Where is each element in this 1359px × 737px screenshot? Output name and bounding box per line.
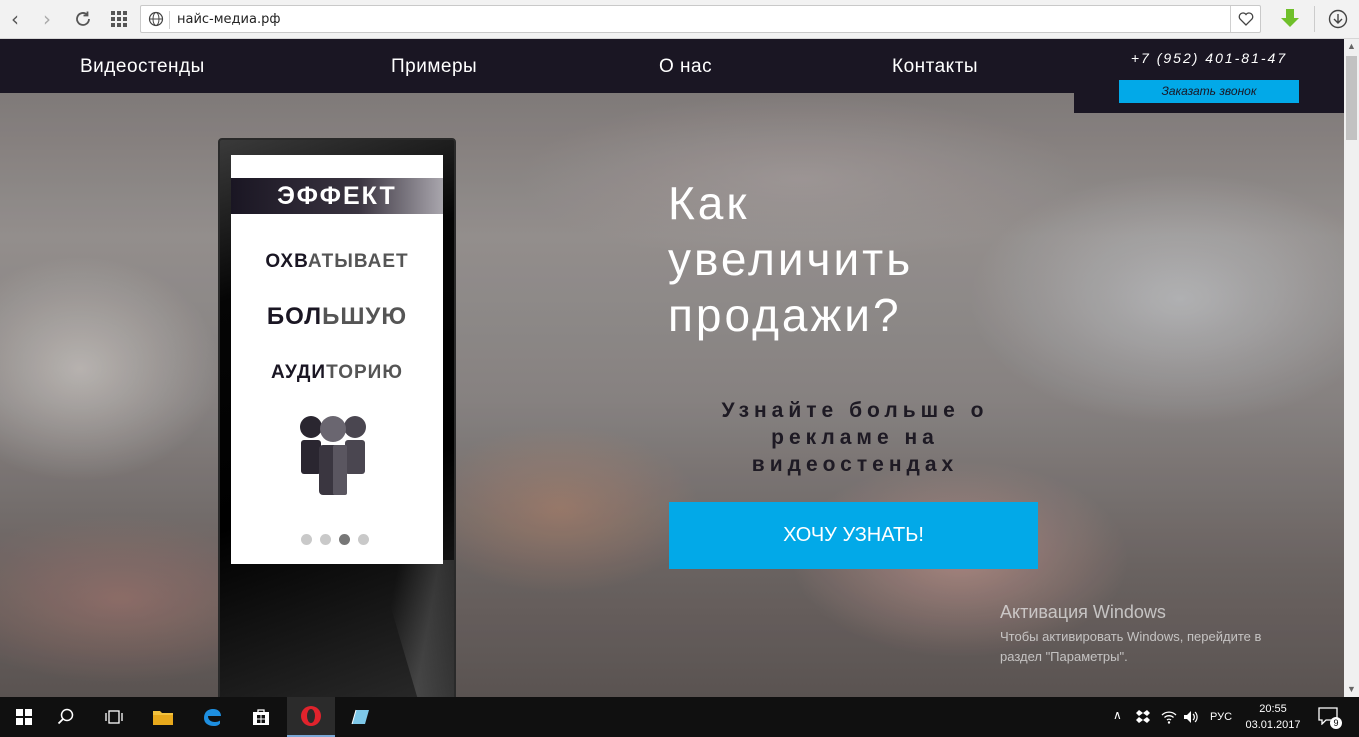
notes-app-icon[interactable] xyxy=(336,697,384,737)
globe-icon xyxy=(148,11,164,27)
hero-title: Как увеличить продажи? xyxy=(668,177,914,341)
address-bar[interactable]: найс-медиа.рф xyxy=(140,5,1261,33)
wifi-icon[interactable] xyxy=(1161,709,1177,725)
nav-item-about[interactable]: О нас xyxy=(659,56,712,78)
slide-dot[interactable] xyxy=(301,534,312,545)
download-arrow-icon[interactable] xyxy=(1277,6,1303,32)
task-view-icon[interactable] xyxy=(90,697,138,737)
contact-box: +7 (952) 401-81-47 Заказать звонок xyxy=(1074,39,1344,113)
volume-icon[interactable] xyxy=(1183,709,1199,725)
kiosk-stand: ЭФФЕКТ ОХВАТЫВАЕТ БОЛЬШУЮ АУДИТОРИЮ xyxy=(218,138,456,697)
reload-icon[interactable] xyxy=(70,6,96,32)
search-icon[interactable] xyxy=(42,697,90,737)
nav-item-examples[interactable]: Примеры xyxy=(391,56,477,78)
slide-dot[interactable] xyxy=(320,534,331,545)
edge-browser-icon[interactable] xyxy=(188,697,236,737)
speed-dial-icon[interactable] xyxy=(106,6,132,32)
kiosk-header: ЭФФЕКТ xyxy=(231,178,443,214)
web-page: Видеостенды Примеры О нас Контакты +7 (9… xyxy=(0,39,1344,697)
tray-expand-icon[interactable]: ∧ xyxy=(1113,708,1122,722)
action-center-icon[interactable]: 9 xyxy=(1318,707,1342,729)
back-icon[interactable]: ‹ xyxy=(2,6,28,32)
slide-dots xyxy=(301,534,381,546)
page-scrollbar[interactable]: ▲ ▼ xyxy=(1344,39,1359,697)
order-callback-button[interactable]: Заказать звонок xyxy=(1119,80,1299,103)
start-windows-icon[interactable] xyxy=(0,697,48,737)
scroll-thumb[interactable] xyxy=(1346,56,1357,140)
slide-dot[interactable] xyxy=(358,534,369,545)
taskbar-clock[interactable]: 20:55 03.01.2017 xyxy=(1238,701,1308,733)
windows-activation-watermark: Активация Windows Чтобы активировать Win… xyxy=(1000,602,1262,664)
forward-icon[interactable]: › xyxy=(34,6,60,32)
scroll-up-icon[interactable]: ▲ xyxy=(1344,39,1359,54)
kiosk-line: БОЛЬШУЮ xyxy=(266,303,408,330)
audience-people-icon xyxy=(300,416,366,495)
language-indicator[interactable]: РУС xyxy=(1210,711,1232,723)
kiosk-screen: ЭФФЕКТ ОХВАТЫВАЕТ БОЛЬШУЮ АУДИТОРИЮ xyxy=(231,155,443,564)
kiosk-line: ОХВАТЫВАЕТ xyxy=(265,251,409,272)
phone-number[interactable]: +7 (952) 401-81-47 xyxy=(1074,50,1344,66)
downloads-icon[interactable] xyxy=(1325,6,1351,32)
scroll-down-icon[interactable]: ▼ xyxy=(1344,682,1359,697)
learn-more-button[interactable]: ХОЧУ УЗНАТЬ! xyxy=(669,502,1038,569)
notification-count: 9 xyxy=(1330,717,1342,729)
browser-toolbar: ‹ › найс-медиа.рф xyxy=(0,0,1359,39)
nav-item-contacts[interactable]: Контакты xyxy=(892,56,978,78)
url-text[interactable]: найс-медиа.рф xyxy=(177,12,280,27)
hero-subtitle: Узнайте больше о рекламе на видеостендах xyxy=(721,399,989,476)
slide-dot-active[interactable] xyxy=(339,534,350,545)
opera-browser-icon[interactable] xyxy=(287,697,335,737)
dropbox-tray-icon[interactable] xyxy=(1136,709,1150,725)
windows-taskbar: ∧ РУС 20:55 03.01.2017 9 xyxy=(0,697,1359,737)
nav-item-videostands[interactable]: Видеостенды xyxy=(80,56,205,78)
file-explorer-icon[interactable] xyxy=(139,697,187,737)
bookmark-heart-icon[interactable] xyxy=(1230,6,1260,32)
store-bag-icon[interactable] xyxy=(237,697,285,737)
kiosk-line: АУДИТОРИЮ xyxy=(271,362,403,383)
